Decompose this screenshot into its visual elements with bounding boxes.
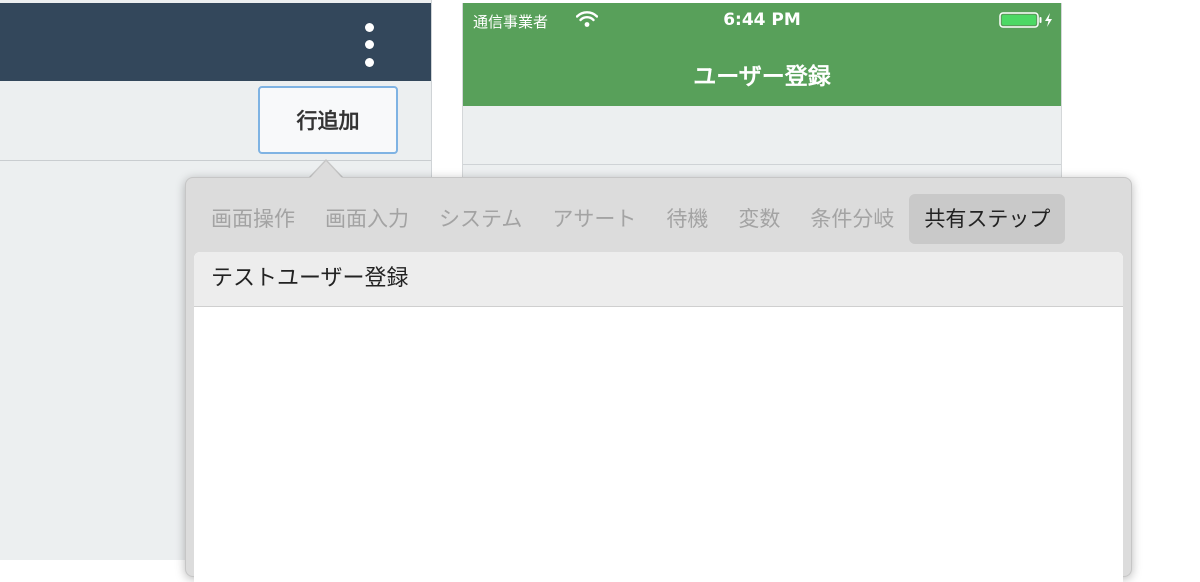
category-tabs: 画面操作 画面入力 システム アサート 待機 変数 条件分岐 共有ステップ [196,194,1066,244]
tab-variable[interactable]: 変数 [723,194,795,244]
battery-charging-icon [999,12,1052,28]
nav-bar: ユーザー登録 [463,37,1061,106]
clock-label: 6:44 PM [723,10,801,30]
shared-step-list: テストユーザー登録 [194,252,1123,582]
tab-shared-step[interactable]: 共有ステップ [909,194,1066,244]
editor-toolbar: 行追加 [0,81,431,161]
add-row-button[interactable]: 行追加 [258,86,398,154]
form-row [463,106,1061,165]
list-item[interactable]: テストユーザー登録 [194,252,1123,307]
more-vertical-icon[interactable] [359,20,381,72]
tab-system[interactable]: システム [424,194,537,244]
tab-assert[interactable]: アサート [537,194,651,244]
page-title: ユーザー登録 [693,64,831,90]
step-picker-popover: 画面操作 画面入力 システム アサート 待機 変数 条件分岐 共有ステップ テス… [185,177,1132,582]
tab-screen-input[interactable]: 画面入力 [310,194,424,244]
tab-condition[interactable]: 条件分岐 [795,194,909,244]
tab-screen-operation[interactable]: 画面操作 [196,194,310,244]
popover-arrow [310,161,342,178]
editor-header [0,3,431,81]
tab-wait[interactable]: 待機 [651,194,723,244]
status-bar: 通信事業者 6:44 PM [463,3,1061,37]
